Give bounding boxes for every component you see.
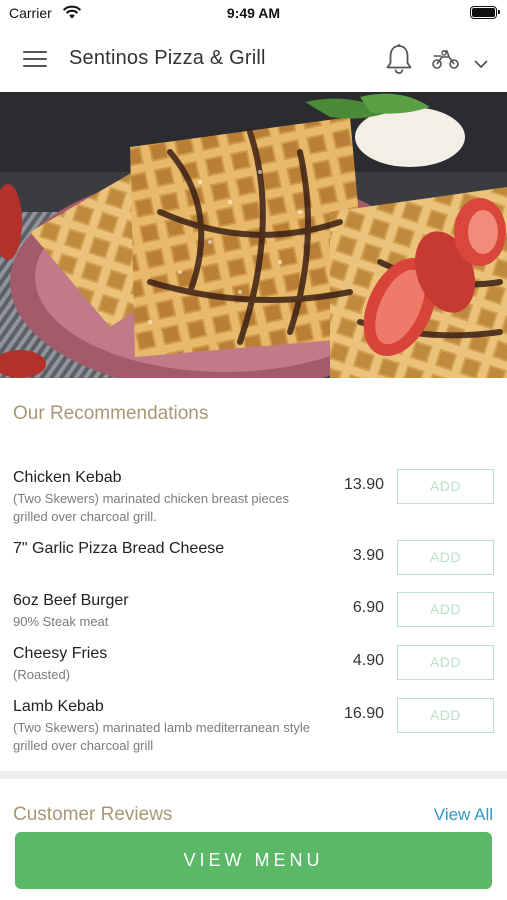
- section-divider: [0, 771, 507, 779]
- view-all-link[interactable]: View All: [434, 805, 493, 825]
- item-description: (Two Skewers) marinated lamb mediterrane…: [13, 720, 310, 753]
- item-price: 6.90: [352, 599, 384, 616]
- add-button[interactable]: ADD: [397, 592, 494, 627]
- item-name: 6oz Beef Burger: [13, 592, 129, 609]
- item-description: 90% Steak meat: [13, 614, 109, 629]
- recommendations-title: Our Recommendations: [13, 403, 209, 424]
- restaurant-title: Sentinos Pizza & Grill: [69, 47, 266, 69]
- item-name: 7" Garlic Pizza Bread Cheese: [13, 540, 225, 557]
- menu-icon[interactable]: [23, 51, 47, 69]
- view-menu-button[interactable]: VIEW MENU: [15, 832, 492, 889]
- chevron-down-icon[interactable]: [474, 56, 488, 74]
- item-name: Cheesy Fries: [13, 645, 108, 662]
- item-price: 13.90: [343, 476, 384, 493]
- hero-image: [0, 92, 507, 378]
- item-name: Chicken Kebab: [13, 469, 122, 486]
- item-description: (Two Skewers) marinated chicken breast p…: [13, 491, 290, 524]
- add-button[interactable]: ADD: [397, 540, 494, 575]
- item-description: (Roasted): [13, 667, 71, 682]
- reviews-title: Customer Reviews: [13, 804, 173, 825]
- clock: 9:49 AM: [226, 5, 281, 21]
- item-name: Lamb Kebab: [13, 698, 104, 715]
- add-button[interactable]: ADD: [397, 645, 494, 680]
- scooter-icon[interactable]: [431, 48, 461, 75]
- item-price: 16.90: [343, 705, 384, 722]
- app-header: Sentinos Pizza & Grill: [0, 26, 507, 92]
- item-price: 4.90: [352, 652, 384, 669]
- add-button[interactable]: ADD: [397, 698, 494, 733]
- item-price: 3.90: [352, 547, 384, 564]
- bell-icon[interactable]: [385, 43, 413, 80]
- status-bar: Carrier 9:49 AM: [0, 0, 507, 26]
- battery-icon: [470, 6, 500, 19]
- add-button[interactable]: ADD: [397, 469, 494, 504]
